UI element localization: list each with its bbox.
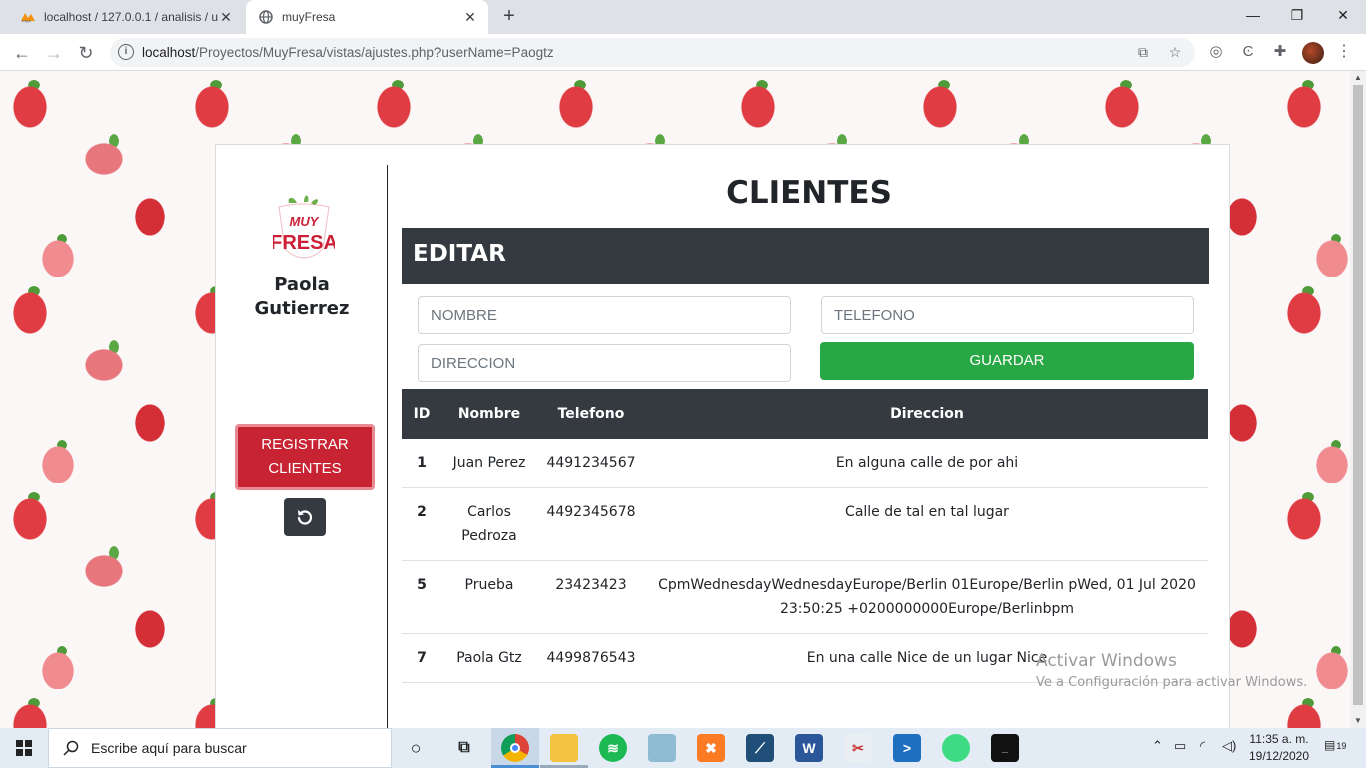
task-view-icon[interactable]: ⧉ — [450, 734, 478, 762]
scrollbar-thumb[interactable] — [1353, 85, 1363, 705]
word-icon[interactable]: W — [795, 734, 823, 762]
telefono-input[interactable] — [821, 296, 1194, 334]
cell-nombre: Paola Gtz — [442, 633, 536, 683]
mysql-workbench-icon[interactable]: ⟋ — [746, 734, 774, 762]
minimize-button[interactable]: — — [1230, 0, 1276, 32]
cell-id: 1 — [402, 439, 442, 488]
scroll-down-icon[interactable]: ▼ — [1350, 714, 1366, 728]
cell-direccion: Calle de tal en tal lugar — [646, 487, 1208, 561]
table-row[interactable]: 1 Juan Perez 4491234567 En alguna calle … — [402, 439, 1208, 488]
cell-telefono: 4491234567 — [536, 439, 646, 488]
direccion-input[interactable] — [418, 344, 791, 382]
notification-count: 19 — [1336, 741, 1347, 751]
spotify-icon[interactable]: ≋ — [599, 734, 627, 762]
browser-menu-icon[interactable]: ⋮ — [1336, 42, 1352, 62]
vertical-scrollbar[interactable]: ▲ ▼ — [1350, 71, 1366, 728]
phpmyadmin-icon: PMA — [20, 9, 36, 25]
header-telefono: Telefono — [557, 406, 625, 422]
windows-taskbar: Escribe aquí para buscar ○ ⧉ ≋ ✖ ⟋ W ✂ >… — [0, 728, 1366, 768]
cell-telefono: 4499876543 — [536, 633, 646, 683]
watermark-subtitle: Ve a Configuración para activar Windows. — [1036, 675, 1308, 690]
header-id: ID — [413, 406, 431, 422]
translate-icon[interactable]: ⧉ — [1134, 43, 1152, 61]
taskbar-search[interactable]: Escribe aquí para buscar — [48, 728, 392, 768]
windows-start-icon[interactable] — [0, 728, 48, 768]
table-header-row: ID Nombre Telefono Direccion — [402, 389, 1208, 439]
battery-icon[interactable]: ▭ — [1174, 738, 1186, 754]
android-studio-icon[interactable] — [942, 734, 970, 762]
clock-date: 19/12/2020 — [1248, 749, 1310, 763]
volume-icon[interactable]: ◁) — [1222, 738, 1236, 754]
watermark-title: Activar Windows — [1036, 651, 1177, 671]
extension-circle-icon[interactable]: ◎ — [1206, 42, 1226, 62]
cell-nombre: Prueba — [442, 560, 536, 634]
address-bar[interactable]: i localhost/Proyectos/MuyFresa/vistas/aj… — [110, 38, 1195, 67]
xampp-icon[interactable]: ✖ — [697, 734, 725, 762]
notifications-icon[interactable]: ▤19 — [1324, 738, 1346, 752]
table-row[interactable]: 5 Prueba 23423423 CpmWednesdayWednesdayE… — [402, 560, 1208, 634]
cell-telefono: 23423423 — [536, 560, 646, 634]
reload-icon[interactable]: ↻ — [72, 39, 100, 67]
file-explorer-icon[interactable] — [550, 734, 578, 762]
activate-windows-watermark: Activar Windows Ve a Configuración para … — [1036, 651, 1307, 690]
snipping-tool-icon[interactable]: ✂ — [844, 734, 872, 762]
globe-icon — [258, 9, 274, 25]
tray-overflow-icon[interactable]: ⌃ — [1152, 738, 1163, 754]
svg-text:PMA: PMA — [22, 19, 31, 24]
cell-id: 5 — [402, 560, 442, 634]
save-button[interactable]: GUARDAR — [820, 342, 1194, 380]
tab-title: muyFresa — [282, 10, 336, 24]
forward-arrow-icon[interactable]: → — [40, 39, 68, 67]
new-tab-button[interactable]: + — [498, 6, 520, 28]
browser-toolbar: ← → ↻ i localhost/Proyectos/MuyFresa/vis… — [0, 34, 1366, 71]
tab-title: localhost / 127.0.0.1 / analisis / u — [44, 10, 218, 24]
cell-direccion: CpmWednesdayWednesdayEurope/Berlin 01Eur… — [646, 560, 1208, 634]
clients-table: ID Nombre Telefono Direccion 1 Juan Pere… — [402, 389, 1208, 683]
edit-section-header: EDITAR — [402, 228, 1209, 284]
close-tab-icon[interactable]: ✕ — [218, 9, 234, 26]
cell-direccion: En alguna calle de por ahi — [646, 439, 1208, 488]
search-icon — [63, 740, 79, 756]
cell-nombre: Juan Perez — [442, 439, 536, 488]
url-text[interactable]: localhost/Proyectos/MuyFresa/vistas/ajus… — [142, 45, 554, 60]
site-info-icon[interactable]: i — [118, 44, 134, 60]
page-viewport: MUY FRESA Paola Gutierrez REGISTRAR CLIE… — [0, 71, 1366, 728]
cortana-icon[interactable]: ○ — [402, 734, 430, 762]
scroll-up-icon[interactable]: ▲ — [1350, 71, 1366, 85]
chrome-icon[interactable] — [501, 734, 529, 762]
main-content: CLIENTES EDITAR GUARDAR ID Nombre Telefo… — [215, 71, 1230, 728]
puzzle-extensions-icon[interactable]: ✚ — [1270, 42, 1290, 62]
table-row[interactable]: 2 Carlos Pedroza 4492345678 Calle de tal… — [402, 487, 1208, 561]
bookmark-star-icon[interactable]: ☆ — [1166, 43, 1184, 61]
search-placeholder: Escribe aquí para buscar — [91, 740, 247, 756]
nombre-input[interactable] — [418, 296, 791, 334]
restore-button[interactable]: ❐ — [1274, 0, 1320, 32]
close-tab-icon[interactable]: ✕ — [462, 9, 478, 26]
system-clock[interactable]: 11:35 a. m. 19/12/2020 — [1244, 731, 1314, 765]
cell-nombre: Carlos Pedroza — [442, 487, 536, 561]
extension-c-icon[interactable]: Ͼ — [1238, 42, 1258, 62]
profile-avatar[interactable] — [1302, 42, 1324, 64]
wifi-icon[interactable]: ◜ — [1200, 738, 1205, 754]
powershell-icon[interactable]: > — [893, 734, 921, 762]
tab-muyfresa[interactable]: muyFresa ✕ — [246, 0, 488, 34]
notes-app-icon[interactable] — [648, 734, 676, 762]
back-arrow-icon[interactable]: ← — [8, 39, 36, 67]
tab-phpmyadmin[interactable]: PMA localhost / 127.0.0.1 / analisis / u… — [8, 0, 244, 34]
header-nombre: Nombre — [457, 406, 521, 422]
cell-id: 2 — [402, 487, 442, 561]
page-title: CLIENTES — [726, 175, 892, 211]
header-direccion: Direccion — [890, 406, 964, 422]
cell-id: 7 — [402, 633, 442, 683]
browser-tab-bar: PMA localhost / 127.0.0.1 / analisis / u… — [0, 0, 1366, 34]
close-window-button[interactable]: ✕ — [1320, 0, 1366, 32]
clock-time: 11:35 a. m. — [1249, 732, 1309, 746]
cell-telefono: 4492345678 — [536, 487, 646, 561]
terminal-icon[interactable]: _ — [991, 734, 1019, 762]
